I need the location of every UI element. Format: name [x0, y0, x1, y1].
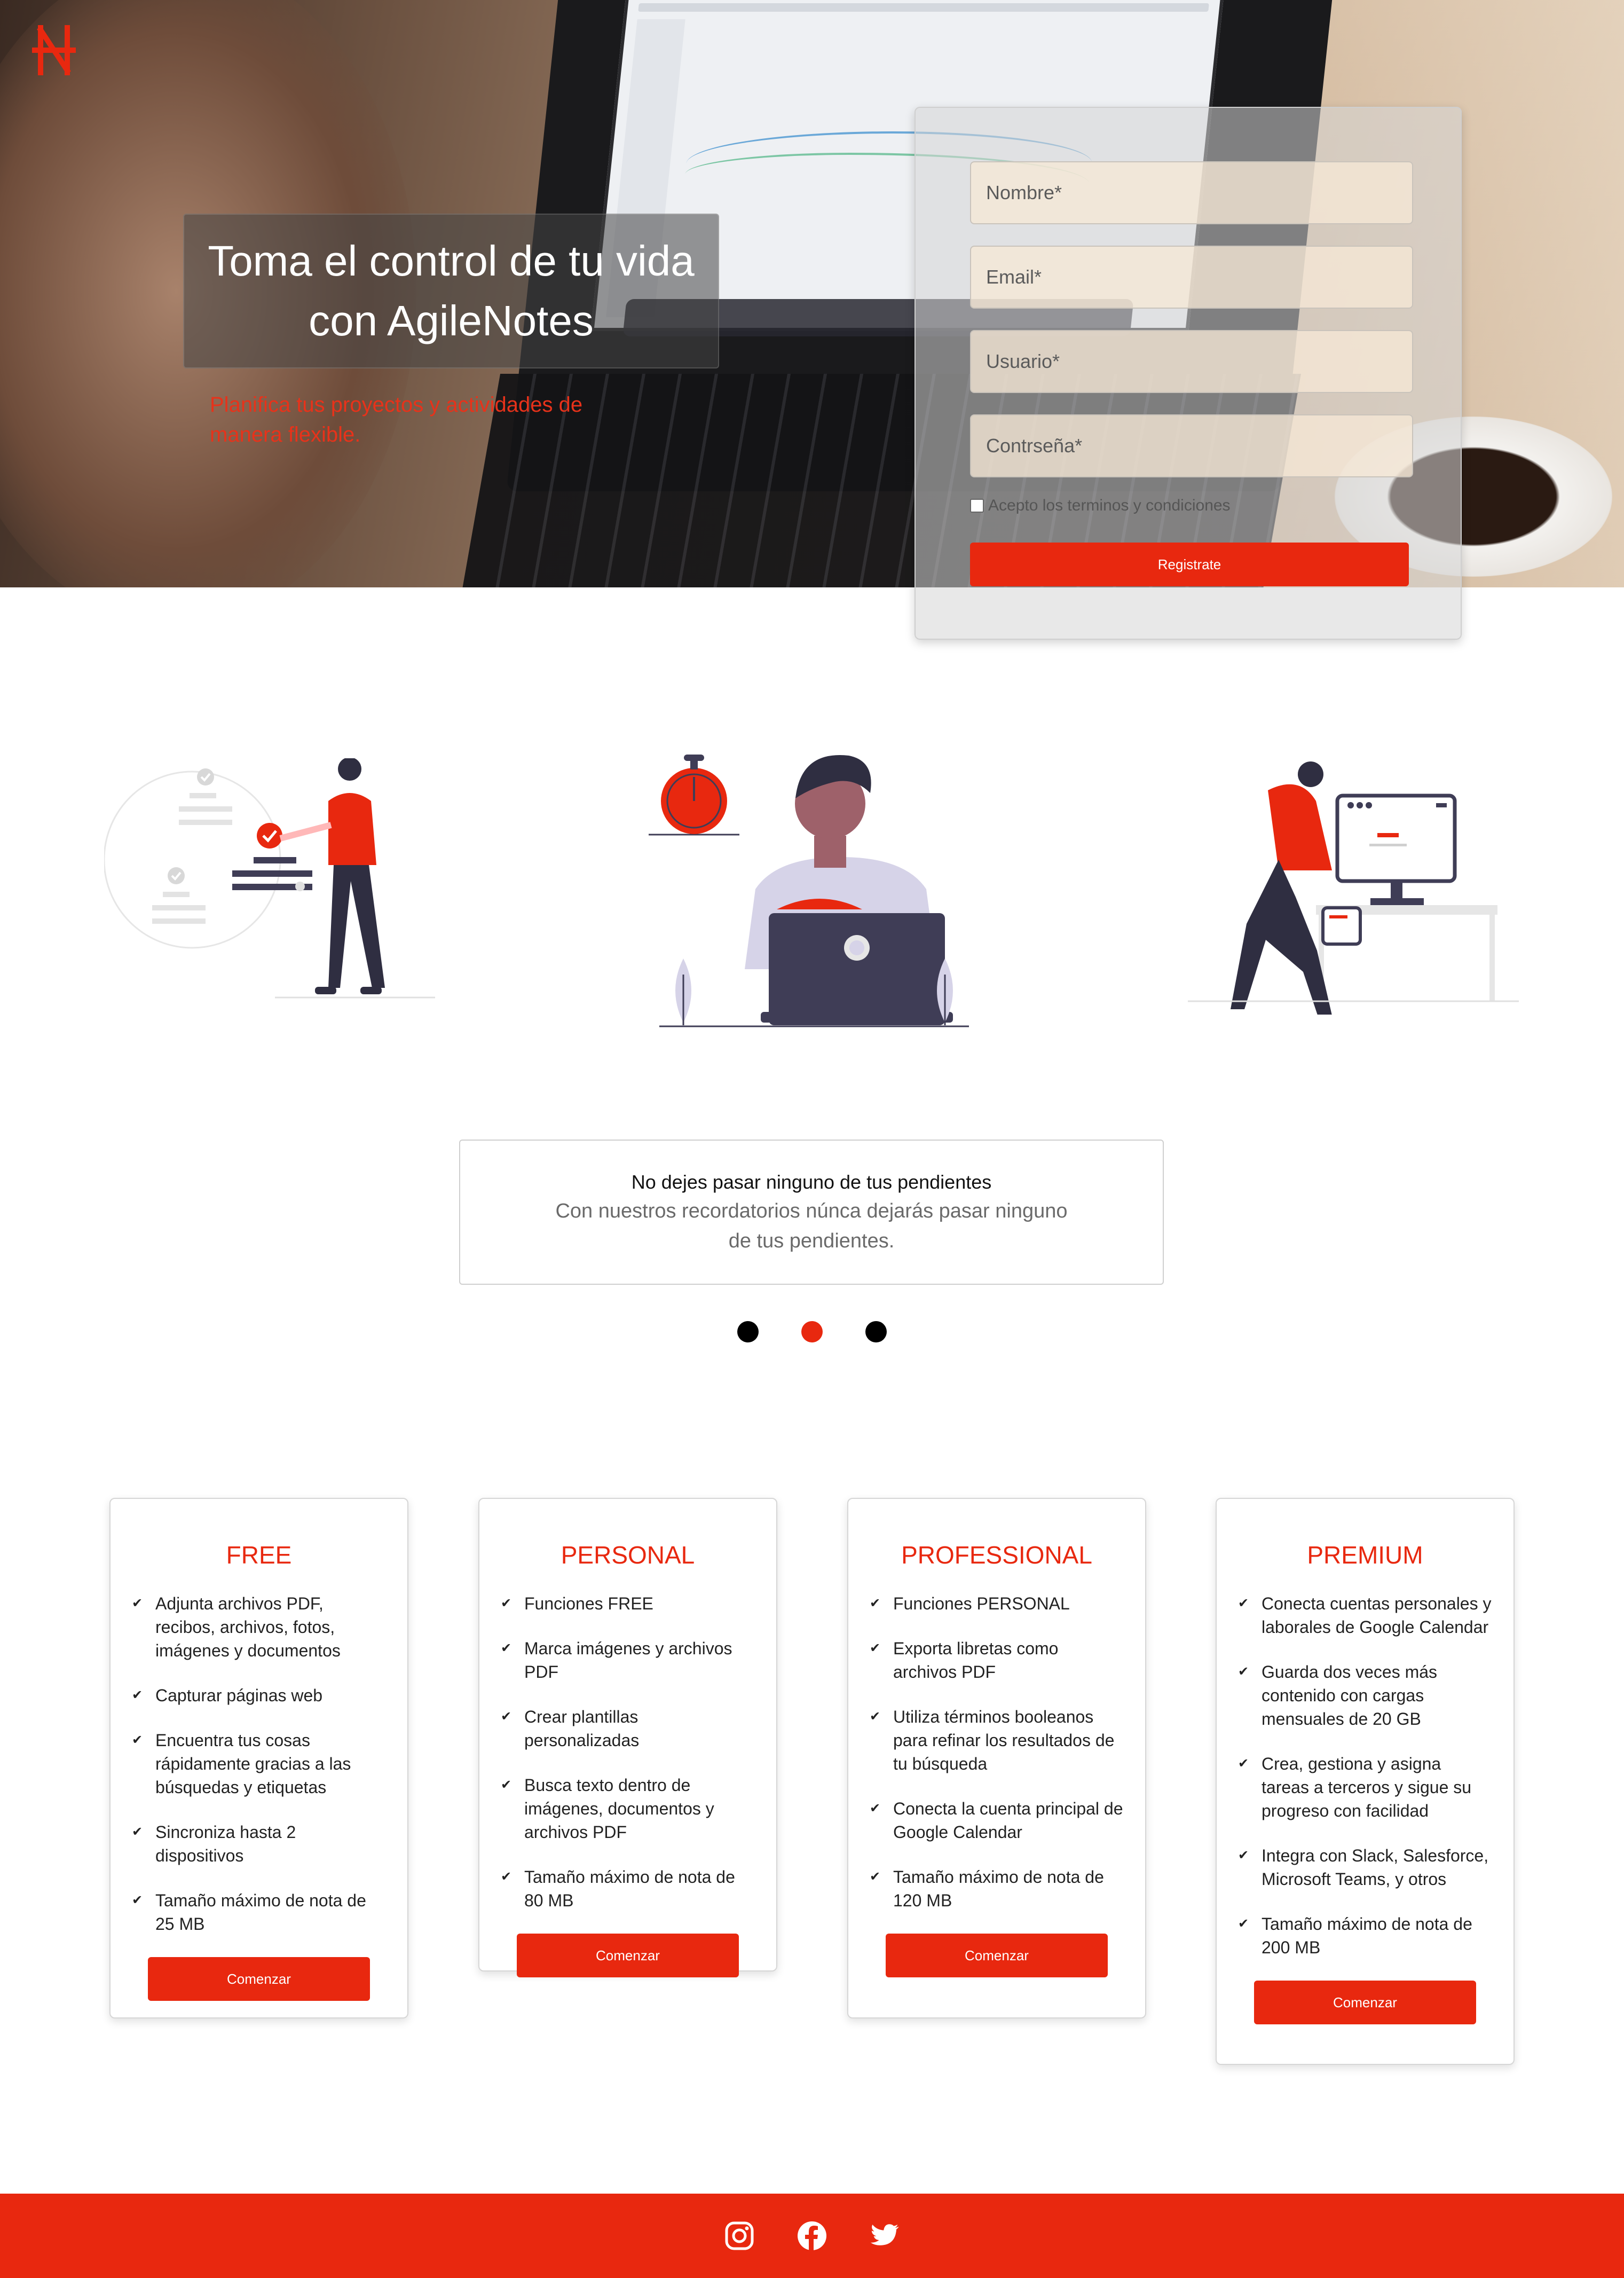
name-field[interactable] — [970, 161, 1413, 224]
plan-name: PERSONAL — [561, 1541, 695, 1569]
check-icon: ✔ — [1238, 1848, 1249, 1863]
plan-features: ✔ Adjunta archivos PDF, recibos, archivos… — [111, 1592, 407, 1936]
task-checklist-illustration — [104, 758, 435, 999]
carousel-title: No dejes pasar ninguno de tus pendientes — [631, 1171, 992, 1193]
check-icon: ✔ — [132, 1893, 143, 1907]
plan-features: ✔ Funciones PERSONAL ✔ Exporta libretas co… — [848, 1592, 1145, 1912]
plan-feature: ✔ Conecta cuentas personales y laborales … — [1238, 1592, 1492, 1639]
plan-card-professional: PROFESSIONAL ✔ Funciones PERSONAL ✔ Export… — [847, 1498, 1146, 2018]
check-icon: ✔ — [501, 1641, 512, 1655]
plan-feature: ✔ Tamaño máximo de nota de 25 MB — [132, 1889, 386, 1936]
plan-feature: ✔ Integra con Slack, Salesforce, Microsof… — [1238, 1844, 1492, 1891]
check-icon: ✔ — [501, 1596, 512, 1611]
plan-features: ✔ Conecta cuentas personales y laborales … — [1217, 1592, 1513, 1959]
plan-name: FREE — [226, 1541, 292, 1569]
check-icon: ✔ — [132, 1733, 143, 1747]
person-desk-monitor-illustration — [1188, 761, 1519, 1015]
check-icon: ✔ — [870, 1801, 881, 1816]
terms-checkbox[interactable] — [970, 499, 984, 513]
check-icon: ✔ — [501, 1709, 512, 1724]
carousel-indicators — [0, 1321, 1624, 1342]
email-field[interactable] — [970, 246, 1413, 309]
check-icon: ✔ — [132, 1596, 143, 1611]
plan-card-personal: PERSONAL ✔ Funciones FREE ✔ Marca imágenes… — [478, 1498, 777, 1977]
plan-feature: ✔ Exporta libretas como archivos PDF — [870, 1637, 1124, 1684]
carousel-dot-1[interactable] — [737, 1321, 759, 1342]
feature-carousel: No dejes pasar ninguno de tus pendientes… — [459, 1140, 1164, 1285]
start-button-professional[interactable]: Comenzar — [886, 1934, 1108, 1977]
facebook-icon[interactable] — [797, 2221, 827, 2251]
terms-label: Acepto los terminos y condiciones — [988, 497, 1231, 514]
password-field[interactable] — [970, 414, 1413, 477]
check-icon: ✔ — [1238, 1664, 1249, 1679]
plan-feature: ✔ Tamaño máximo de nota de 80 MB — [501, 1865, 755, 1912]
plan-feature: ✔ Capturar páginas web — [132, 1684, 386, 1707]
plan-feature: ✔ Utiliza términos booleanos para refinar… — [870, 1705, 1124, 1776]
check-icon: ✔ — [132, 1825, 143, 1839]
plan-features: ✔ Funciones FREE ✔ Marca imágenes y archiv… — [479, 1592, 776, 1912]
plan-feature: ✔ Funciones FREE — [501, 1592, 755, 1615]
plan-card-premium: PREMIUM ✔ Conecta cuentas personales y la… — [1216, 1498, 1515, 2065]
instagram-icon[interactable] — [724, 2221, 754, 2251]
check-icon: ✔ — [870, 1596, 881, 1611]
hero-subtitle: Planifica tus proyectos y actividades de… — [210, 393, 583, 446]
agilenotes-logo-icon[interactable] — [32, 23, 76, 77]
carousel-text: Con nuestros recordatorios núnca dejarás… — [555, 1200, 1068, 1252]
start-button-premium[interactable]: Comenzar — [1254, 1981, 1476, 2024]
start-button-free[interactable]: Comenzar — [148, 1957, 370, 2001]
terms-checkbox-row[interactable]: Acepto los terminos y condiciones — [970, 497, 1231, 515]
plan-feature: ✔ Tamaño máximo de nota de 200 MB — [1238, 1912, 1492, 1959]
plan-feature: ✔ Tamaño máximo de nota de 120 MB — [870, 1865, 1124, 1912]
check-icon: ✔ — [501, 1869, 512, 1884]
plan-feature: ✔ Adjunta archivos PDF, recibos, archivos… — [132, 1592, 386, 1662]
plan-name: PREMIUM — [1307, 1541, 1423, 1569]
person-laptop-timer-illustration — [649, 755, 969, 1027]
plan-name: PROFESSIONAL — [901, 1541, 1092, 1569]
plan-feature: ✔ Crea, gestiona y asigna tareas a tercer… — [1238, 1752, 1492, 1823]
plan-feature: ✔ Encuentra tus cosas rápidamente gracias… — [132, 1729, 386, 1799]
username-field[interactable] — [970, 330, 1413, 393]
plan-feature: ✔ Busca texto dentro de imágenes, documen… — [501, 1773, 755, 1844]
register-button[interactable]: Registrate — [970, 543, 1409, 586]
plan-feature: ✔ Conecta la cuenta principal de Google C… — [870, 1797, 1124, 1844]
carousel-dot-3[interactable] — [865, 1321, 887, 1342]
signup-form: Acepto los terminos y condiciones Regist… — [915, 107, 1462, 640]
check-icon: ✔ — [501, 1778, 512, 1792]
check-icon: ✔ — [132, 1688, 143, 1702]
hero-title-box: Toma el control de tu vida con AgileNote… — [183, 214, 719, 368]
plan-feature: ✔ Marca imágenes y archivos PDF — [501, 1637, 755, 1684]
plan-card-free: FREE ✔ Adjunta archivos PDF, recibos, arc… — [109, 1498, 408, 2018]
start-button-personal[interactable]: Comenzar — [517, 1934, 739, 1977]
check-icon: ✔ — [870, 1641, 881, 1655]
carousel-dot-2[interactable] — [801, 1321, 823, 1342]
plan-feature: ✔ Sincroniza hasta 2 dispositivos — [132, 1820, 386, 1867]
footer — [0, 2194, 1624, 2278]
twitter-icon[interactable] — [870, 2221, 900, 2251]
plan-feature: ✔ Guarda dos veces más contenido con carg… — [1238, 1660, 1492, 1731]
check-icon: ✔ — [1238, 1596, 1249, 1611]
check-icon: ✔ — [870, 1869, 881, 1884]
check-icon: ✔ — [1238, 1916, 1249, 1931]
check-icon: ✔ — [1238, 1756, 1249, 1771]
hero-title: Toma el control de tu vida con AgileNote… — [208, 237, 695, 344]
plan-feature: ✔ Crear plantillas personalizadas — [501, 1705, 755, 1752]
plan-feature: ✔ Funciones PERSONAL — [870, 1592, 1124, 1615]
check-icon: ✔ — [870, 1709, 881, 1724]
